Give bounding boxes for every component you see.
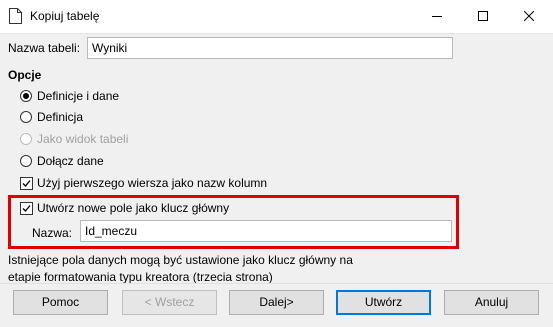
radio-icon [20,155,32,167]
title-bar: Kopiuj tabelę [0,0,553,34]
back-button: < Wstecz [122,290,217,315]
close-button[interactable] [506,0,552,33]
minimize-icon [432,16,442,17]
maximize-icon [478,11,488,21]
key-name-input[interactable] [80,220,452,242]
close-icon [524,11,534,21]
create-button[interactable]: Utwórz [336,290,431,315]
key-name-label: Nazwa: [32,226,73,240]
radio-label: Definicje i dane [37,89,120,103]
maximize-button[interactable] [460,0,506,33]
checkbox-label: Użyj pierwszego wiersza jako nazw kolumn [37,176,268,190]
radio-disabled-icon [20,133,32,145]
radio-checked-icon [20,90,32,102]
document-icon [9,8,22,24]
checkbox-label: Utwórz nowe pole jako klucz główny [37,201,230,215]
next-button[interactable]: Dalej> [229,290,324,315]
minimize-button[interactable] [414,0,460,33]
table-name-label: Nazwa tabeli: [8,41,81,55]
radio-label: Jako widok tabeli [37,132,129,146]
table-name-input[interactable] [87,37,453,59]
cancel-button[interactable]: Anuluj [444,290,539,315]
checkbox-checked-icon [20,177,33,190]
footer-divider [0,283,553,284]
window-title: Kopiuj tabelę [30,9,100,23]
options-heading: Opcje [8,68,42,82]
radio-icon [20,111,32,123]
help-button[interactable]: Pomoc [13,290,108,315]
radio-label: Definicja [37,110,84,124]
checkbox-checked-icon [20,202,33,215]
radio-label: Dołącz dane [37,154,104,168]
info-text: Istniejące pola danych mogą być ustawion… [8,253,353,284]
